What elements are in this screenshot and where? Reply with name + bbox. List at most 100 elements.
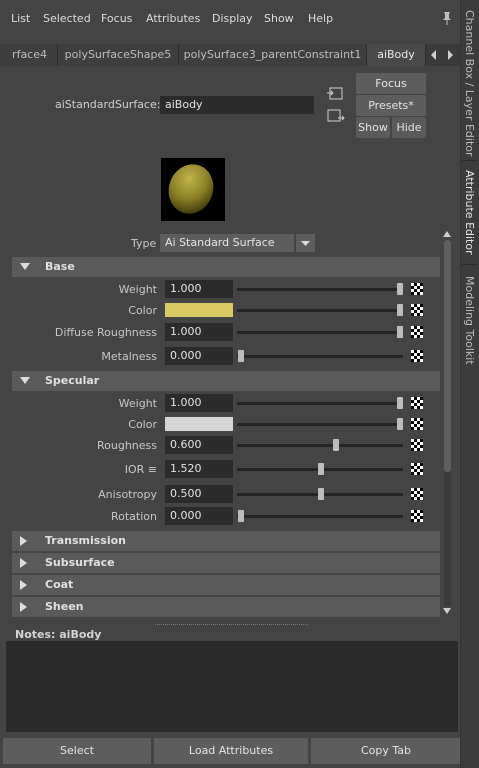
texture-map-icon[interactable] bbox=[411, 418, 423, 430]
scroll-up-icon[interactable] bbox=[443, 231, 451, 237]
type-dropdown-arrow[interactable] bbox=[296, 234, 315, 252]
output-connection-icon[interactable] bbox=[327, 108, 345, 123]
rotation-slider-track[interactable] bbox=[237, 515, 403, 518]
weight-field[interactable]: 1.000 bbox=[165, 280, 233, 298]
section-coat[interactable]: Coat bbox=[12, 575, 440, 595]
menu-selected[interactable]: Selected bbox=[43, 12, 91, 25]
section-title: Transmission bbox=[45, 534, 127, 547]
metalness-field[interactable]: 0.000 bbox=[165, 347, 233, 365]
section-title: Sheen bbox=[45, 600, 84, 613]
menu-focus[interactable]: Focus bbox=[101, 12, 132, 25]
color-slider-track[interactable] bbox=[237, 309, 403, 312]
roughness-label: Roughness bbox=[96, 439, 157, 452]
input-connection-icon[interactable] bbox=[327, 86, 345, 101]
roughness-field[interactable]: 0.600 bbox=[165, 436, 233, 454]
menu-list[interactable]: List bbox=[11, 12, 30, 25]
weight-label: Weight bbox=[118, 283, 157, 296]
collapsed-arrow-icon bbox=[20, 602, 27, 612]
collapsed-arrow-icon bbox=[20, 536, 27, 546]
show-button[interactable]: Show bbox=[356, 117, 390, 138]
texture-map-icon[interactable] bbox=[411, 283, 423, 295]
type-label: Type bbox=[131, 237, 157, 250]
color-color-swatch[interactable] bbox=[165, 417, 233, 431]
rotation-field[interactable]: 0.000 bbox=[165, 507, 233, 525]
notes-label: Notes: aiBody bbox=[15, 628, 102, 641]
load-attributes-button[interactable]: Load Attributes bbox=[154, 738, 308, 764]
scroll-down-icon[interactable] bbox=[443, 608, 451, 614]
material-swatch[interactable] bbox=[161, 158, 225, 221]
color-slider-handle[interactable] bbox=[397, 304, 403, 316]
collapsed-arrow-icon bbox=[20, 580, 27, 590]
texture-map-icon[interactable] bbox=[411, 350, 423, 362]
menu-display[interactable]: Display bbox=[212, 12, 253, 25]
section-title: Coat bbox=[45, 578, 74, 591]
texture-map-icon[interactable] bbox=[411, 397, 423, 409]
menu-show[interactable]: Show bbox=[264, 12, 294, 25]
diffuse-roughness-slider-handle[interactable] bbox=[397, 326, 403, 338]
anisotropy-field[interactable]: 0.500 bbox=[165, 485, 233, 503]
weight-slider-handle[interactable] bbox=[397, 397, 403, 409]
expanded-arrow-icon bbox=[20, 377, 30, 384]
focus-button[interactable]: Focus bbox=[356, 73, 426, 94]
section-transmission[interactable]: Transmission bbox=[12, 531, 440, 551]
notes-textarea[interactable] bbox=[6, 641, 458, 732]
tab-polysurfaceshape5[interactable]: polySurfaceShape5 bbox=[58, 44, 179, 66]
tab-surface4[interactable]: rface4 bbox=[0, 44, 58, 66]
section-title: Specular bbox=[45, 374, 100, 387]
resize-divider[interactable] bbox=[155, 624, 308, 625]
texture-map-icon[interactable] bbox=[411, 510, 423, 522]
rotation-slider-handle[interactable] bbox=[238, 510, 244, 522]
anisotropy-label: Anisotropy bbox=[98, 488, 157, 501]
diffuse-roughness-slider-track[interactable] bbox=[237, 331, 403, 334]
tab-aibody[interactable]: aiBody bbox=[367, 44, 426, 66]
rotation-label: Rotation bbox=[110, 510, 157, 523]
menu-help[interactable]: Help bbox=[308, 12, 333, 25]
tab-parent-constraint[interactable]: polySurface3_parentConstraint1 bbox=[179, 44, 367, 66]
side-tab-separator bbox=[462, 264, 478, 265]
section-base[interactable]: Base bbox=[12, 257, 440, 277]
menu-attributes[interactable]: Attributes bbox=[146, 12, 200, 25]
color-slider-track[interactable] bbox=[237, 423, 403, 426]
menu-bar: List Selected Focus Attributes Display S… bbox=[0, 0, 460, 38]
texture-map-icon[interactable] bbox=[411, 326, 423, 338]
section-subsurface[interactable]: Subsurface bbox=[12, 553, 440, 573]
diffuse-roughness-label: Diffuse Roughness bbox=[54, 326, 157, 339]
node-name-field[interactable]: aiBody bbox=[160, 96, 314, 114]
weight-slider-handle[interactable] bbox=[397, 283, 403, 295]
copy-tab-button[interactable]: Copy Tab bbox=[311, 738, 461, 764]
expanded-arrow-icon bbox=[20, 263, 30, 270]
diffuse-roughness-field[interactable]: 1.000 bbox=[165, 323, 233, 341]
color-slider-handle[interactable] bbox=[397, 418, 403, 430]
tab-scroll-arrows-icon[interactable] bbox=[428, 48, 460, 62]
metalness-slider-handle[interactable] bbox=[238, 350, 244, 362]
scrollbar-thumb[interactable] bbox=[444, 240, 451, 472]
presets-button[interactable]: Presets* bbox=[356, 95, 426, 116]
weight-slider-track[interactable] bbox=[237, 288, 403, 291]
texture-map-icon[interactable] bbox=[411, 439, 423, 451]
color-label: Color bbox=[128, 418, 157, 431]
texture-map-icon[interactable] bbox=[411, 304, 423, 316]
pin-icon[interactable] bbox=[441, 11, 453, 25]
select-button[interactable]: Select bbox=[3, 738, 151, 764]
chevron-down-icon bbox=[301, 241, 310, 246]
anisotropy-slider-handle[interactable] bbox=[318, 488, 324, 500]
section-sheen[interactable]: Sheen bbox=[12, 597, 440, 617]
hide-button[interactable]: Hide bbox=[392, 117, 426, 138]
ior-slider-handle[interactable] bbox=[318, 463, 324, 475]
texture-map-icon[interactable] bbox=[411, 463, 423, 475]
roughness-slider-handle[interactable] bbox=[333, 439, 339, 451]
section-title: Subsurface bbox=[45, 556, 115, 569]
section-specular[interactable]: Specular bbox=[12, 371, 440, 391]
type-dropdown[interactable]: Ai Standard Surface bbox=[160, 234, 294, 252]
roughness-slider-track[interactable] bbox=[237, 444, 403, 447]
weight-slider-track[interactable] bbox=[237, 402, 403, 405]
weight-label: Weight bbox=[118, 397, 157, 410]
weight-field[interactable]: 1.000 bbox=[165, 394, 233, 412]
ior-field[interactable]: 1.520 bbox=[165, 460, 233, 478]
metalness-slider-track[interactable] bbox=[237, 355, 403, 358]
ior-label: IOR ≡ bbox=[124, 463, 157, 476]
texture-map-icon[interactable] bbox=[411, 488, 423, 500]
section-title: Base bbox=[45, 260, 75, 273]
color-color-swatch[interactable] bbox=[165, 303, 233, 317]
side-tab-separator bbox=[462, 160, 478, 161]
